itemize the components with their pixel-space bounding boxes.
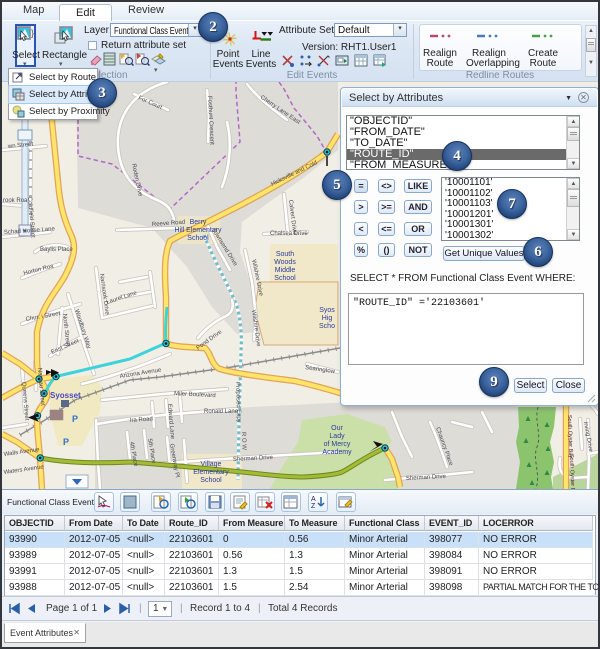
svg-text:South: South: [276, 251, 294, 258]
svg-text:P: P: [63, 437, 69, 447]
svg-text:Baylis Place: Baylis Place: [40, 247, 73, 253]
svg-text:School: School: [200, 477, 222, 484]
svg-text:Ronald Lane: Ronald Lane: [204, 409, 239, 415]
svg-text:Syos: Syos: [319, 307, 335, 314]
svg-text:rook Roa: rook Roa: [3, 198, 28, 204]
svg-text:Our: Our: [331, 425, 343, 432]
svg-text:of Mercy: of Mercy: [324, 441, 351, 448]
svg-text:School: School: [274, 275, 296, 282]
svg-text:Academy: Academy: [322, 449, 352, 456]
svg-text:Berry: Berry: [190, 219, 207, 226]
svg-text:A: A: [311, 496, 316, 503]
svg-text:Syosset: Syosset: [50, 391, 81, 400]
svg-text:Lady: Lady: [329, 433, 345, 440]
svg-text:R O W: R O W: [240, 432, 247, 451]
svg-text:Village: Village: [201, 461, 222, 468]
svg-text:Elementary: Elementary: [193, 469, 229, 476]
svg-text:Scho: Scho: [319, 323, 335, 330]
svg-text:South Oyster Bay: South Oyster Bay: [568, 454, 576, 489]
svg-text:Chalsea Drive: Chalsea Drive: [270, 231, 308, 237]
svg-text:Middle: Middle: [275, 267, 296, 274]
svg-text:Z: Z: [311, 503, 316, 510]
svg-text:Hig: Hig: [322, 315, 333, 322]
svg-text:School: School: [187, 235, 209, 242]
svg-text:P: P: [72, 414, 78, 424]
svg-text:Woods: Woods: [274, 259, 296, 266]
svg-text:}: }: [31, 28, 34, 38]
